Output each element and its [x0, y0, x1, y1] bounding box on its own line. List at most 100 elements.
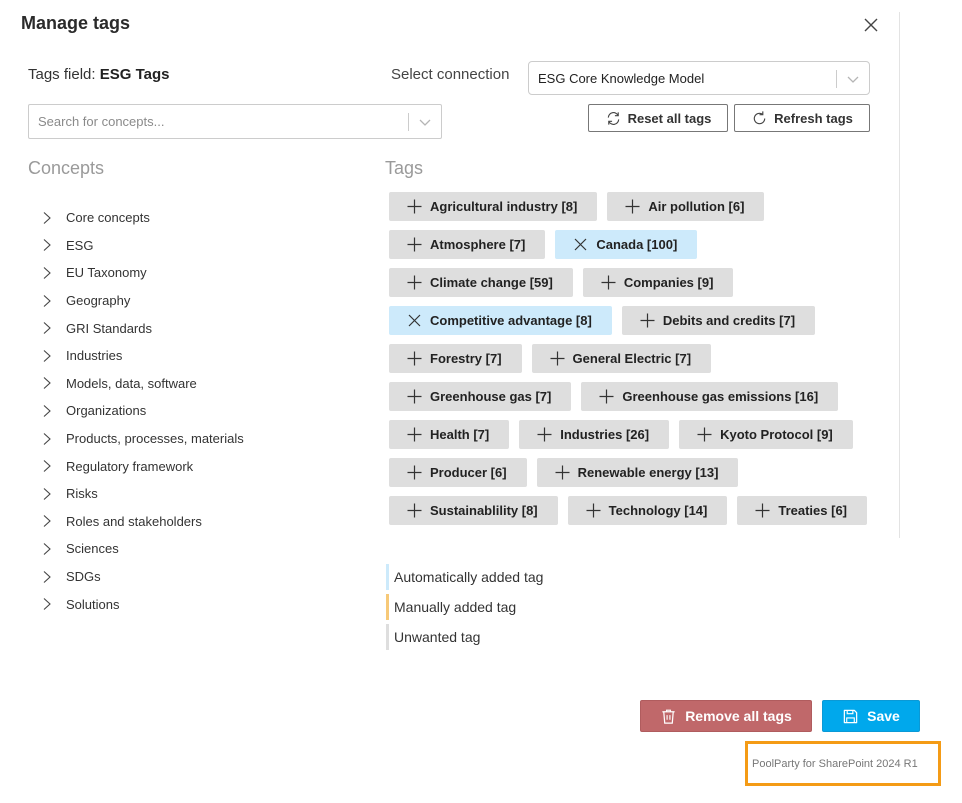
plus-icon	[407, 351, 422, 366]
plus-icon	[640, 313, 655, 328]
chevron-right-icon[interactable]	[40, 238, 54, 252]
chevron-right-icon[interactable]	[40, 542, 54, 556]
tags-field-label: Tags field:	[28, 66, 96, 83]
chevron-right-icon[interactable]	[40, 459, 54, 473]
concept-tree-item[interactable]: EU Taxonomy	[40, 259, 244, 287]
unwanted-tag-chip[interactable]: Debits and credits [7]	[621, 306, 816, 335]
reset-all-tags-button[interactable]: Reset all tags	[588, 104, 728, 132]
chevron-right-icon[interactable]	[40, 432, 54, 446]
refresh-tags-button[interactable]: Refresh tags	[734, 104, 870, 132]
close-icon	[408, 314, 421, 327]
connection-select[interactable]: ESG Core Knowledge Model	[528, 61, 870, 95]
remove-all-tags-button[interactable]: Remove all tags	[640, 700, 812, 732]
legend-color-swatch	[386, 564, 389, 590]
dialog-title: Manage tags	[21, 13, 131, 33]
chevron-down-icon[interactable]	[846, 72, 860, 86]
concept-tree-item-label: Organizations	[66, 403, 147, 419]
panel-divider	[899, 12, 900, 538]
unwanted-tag-chip[interactable]: Industries [26]	[519, 420, 670, 449]
concept-tree-item-label: GRI Standards	[66, 320, 152, 336]
concept-tree: Core concepts ESG EU Taxonomy Geography GRI …	[40, 204, 244, 618]
concept-tree-item[interactable]: Industries	[40, 342, 244, 370]
close-icon	[574, 238, 587, 251]
unwanted-tag-chip[interactable]: Companies [9]	[582, 268, 734, 297]
unwanted-tag-chip[interactable]: Agricultural industry [8]	[389, 192, 598, 221]
save-button[interactable]: Save	[822, 700, 920, 732]
concept-tree-item[interactable]: Solutions	[40, 590, 244, 618]
chevron-down-icon[interactable]	[418, 115, 432, 129]
tag-label: Health [7]	[430, 427, 490, 442]
unwanted-tag-chip[interactable]: Kyoto Protocol [9]	[679, 420, 853, 449]
concept-tree-item[interactable]: Core concepts	[40, 204, 244, 232]
plus-icon	[550, 351, 565, 366]
close-icon	[864, 18, 878, 32]
unwanted-tag-chip[interactable]: Health [7]	[389, 420, 510, 449]
connection-selected-value: ESG Core Knowledge Model	[538, 71, 705, 86]
unwanted-tag-chip[interactable]: General Electric [7]	[531, 344, 712, 373]
concept-tree-item-label: Regulatory framework	[66, 458, 194, 474]
concept-tree-item[interactable]: GRI Standards	[40, 314, 244, 342]
reset-all-tags-label: Reset all tags	[627, 110, 712, 126]
tag-label: Agricultural industry [8]	[430, 199, 578, 214]
plus-icon	[407, 465, 422, 480]
plus-icon	[407, 503, 422, 518]
unwanted-tag-chip[interactable]: Forestry [7]	[389, 344, 522, 373]
unwanted-tag-chip[interactable]: Sustainablility [8]	[389, 496, 558, 525]
tag-label: Sustainablility [8]	[430, 503, 538, 518]
unwanted-tag-chip[interactable]: Treaties [6]	[737, 496, 868, 525]
chevron-right-icon[interactable]	[40, 376, 54, 390]
chevron-right-icon[interactable]	[40, 349, 54, 363]
concept-tree-item[interactable]: Sciences	[40, 535, 244, 563]
plus-icon	[697, 427, 712, 442]
concept-tree-item-label: Solutions	[66, 596, 120, 612]
unwanted-tag-chip[interactable]: Air pollution [6]	[607, 192, 765, 221]
chevron-right-icon[interactable]	[40, 266, 54, 280]
tag-label: Technology [14]	[608, 503, 708, 518]
concept-tree-item[interactable]: Geography	[40, 287, 244, 315]
close-button[interactable]	[862, 16, 880, 34]
chevron-right-icon[interactable]	[40, 487, 54, 501]
auto-tag-chip[interactable]: Canada [100]	[555, 230, 698, 259]
chevron-right-icon[interactable]	[40, 514, 54, 528]
save-icon	[843, 709, 858, 723]
unwanted-tag-chip[interactable]: Renewable energy [13]	[536, 458, 739, 487]
concept-search-input[interactable]	[38, 105, 398, 138]
concept-tree-item[interactable]: Products, processes, materials	[40, 425, 244, 453]
tag-label: Producer [6]	[430, 465, 507, 480]
concept-tree-item[interactable]: Regulatory framework	[40, 452, 244, 480]
unwanted-tag-chip[interactable]: Atmosphere [7]	[389, 230, 546, 259]
unwanted-tag-chip[interactable]: Greenhouse gas [7]	[389, 382, 572, 411]
concept-search-select[interactable]	[28, 104, 442, 139]
unwanted-tag-chip[interactable]: Technology [14]	[567, 496, 728, 525]
tag-label: Air pollution [6]	[648, 199, 745, 214]
tag-legend: Automatically added tag Manually added ta…	[386, 564, 543, 654]
auto-tag-chip[interactable]: Competitive advantage [8]	[389, 306, 612, 335]
concept-tree-item[interactable]: Risks	[40, 480, 244, 508]
version-info: PoolParty for SharePoint 2024 R1	[745, 741, 941, 786]
tag-row: Climate change [59] Companies [9]	[389, 268, 869, 297]
concept-tree-item[interactable]: SDGs	[40, 563, 244, 591]
concept-tree-item[interactable]: ESG	[40, 232, 244, 260]
trash-icon	[662, 709, 675, 724]
chevron-right-icon[interactable]	[40, 597, 54, 611]
tag-label: Companies [9]	[623, 275, 714, 290]
chevron-right-icon[interactable]	[40, 211, 54, 225]
chevron-right-icon[interactable]	[40, 321, 54, 335]
legend-label: Unwanted tag	[394, 629, 481, 645]
concept-tree-item[interactable]: Models, data, software	[40, 370, 244, 398]
concept-tree-item-label: EU Taxonomy	[66, 265, 147, 281]
unwanted-tag-chip[interactable]: Greenhouse gas emissions [16]	[581, 382, 839, 411]
concept-tree-item[interactable]: Organizations	[40, 397, 244, 425]
tag-label: Competitive advantage [8]	[430, 313, 592, 328]
plus-icon	[407, 199, 422, 214]
select-separator	[836, 70, 837, 88]
chevron-right-icon[interactable]	[40, 570, 54, 584]
concept-tree-item[interactable]: Roles and stakeholders	[40, 508, 244, 536]
legend-item: Manually added tag	[386, 594, 543, 620]
chevron-right-icon[interactable]	[40, 294, 54, 308]
unwanted-tag-chip[interactable]: Producer [6]	[389, 458, 527, 487]
unwanted-tag-chip[interactable]: Climate change [59]	[389, 268, 573, 297]
plus-icon	[407, 237, 422, 252]
chevron-right-icon[interactable]	[40, 404, 54, 418]
concept-tree-item-label: Products, processes, materials	[66, 431, 244, 447]
